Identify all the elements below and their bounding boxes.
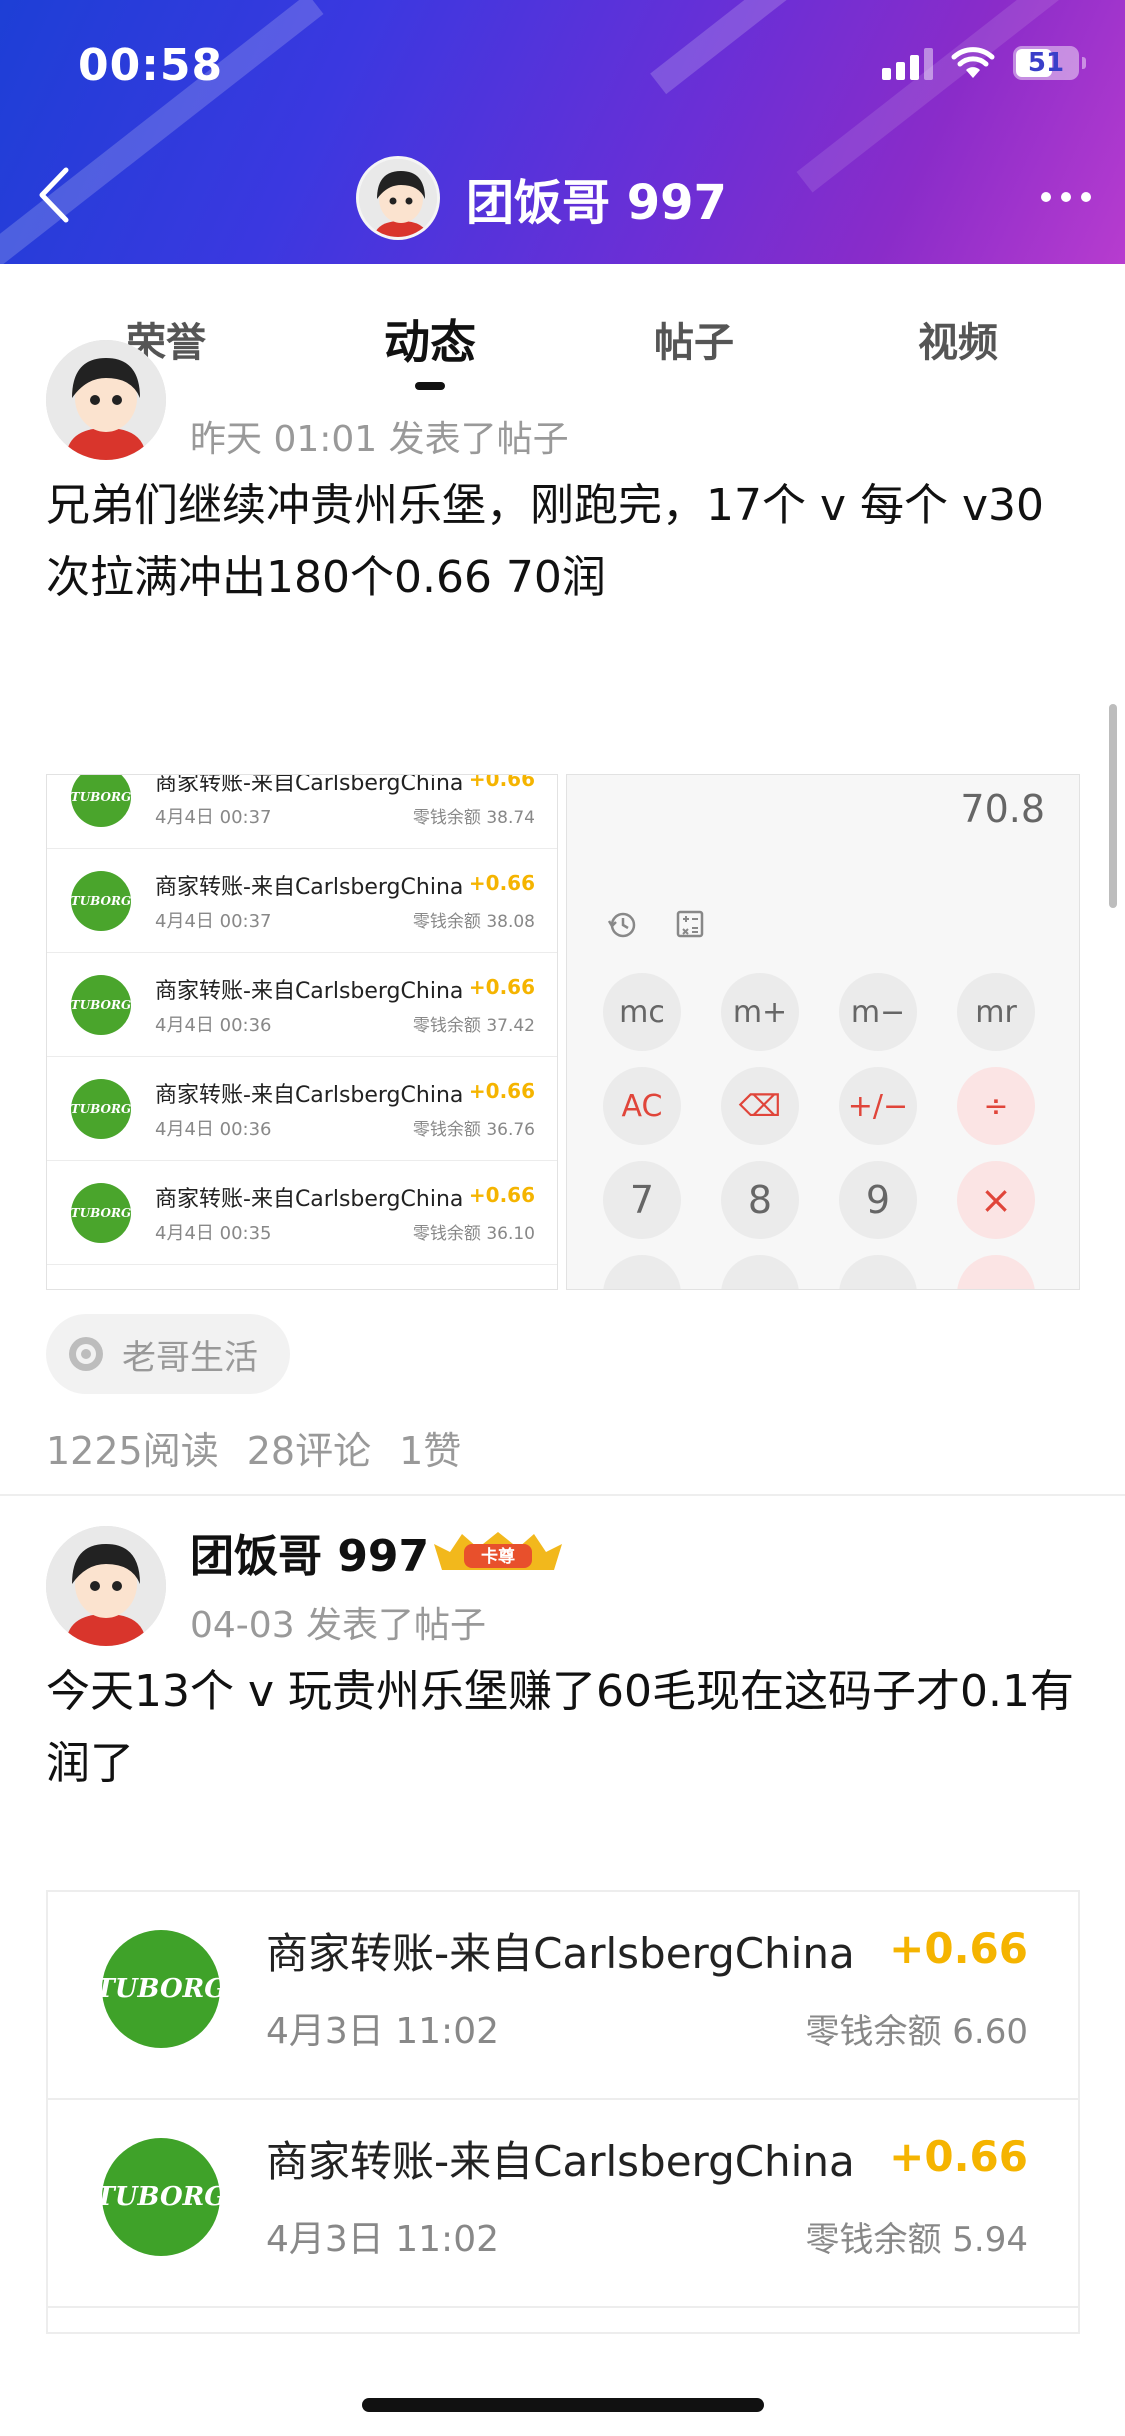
tuborg-logo-icon: TUBORG [96,1930,226,2048]
list-item: TUBORG 商家转账-来自CarlsbergChina +0.66 4月3日 … [48,2100,1078,2308]
avatar[interactable] [46,1526,166,1646]
post-meta: 04-03 发表了帖子 [190,1605,487,1646]
scrollbar[interactable] [1109,704,1117,908]
tuborg-logo-icon: TUBORG [96,2138,226,2256]
vip-badge-icon: 卡尊 [434,1532,562,1570]
home-indicator[interactable] [362,2398,764,2412]
post-card-2[interactable]: 团饭哥 997 卡尊 04-03 发表了帖子 今天13个 v 玩贵州乐堡赚了60… [0,0,1125,2436]
author-name[interactable]: 团饭哥 997 [190,1520,429,1584]
post-text[interactable]: 今天13个 v 玩贵州乐堡赚了60毛现在这码子才0.1有润了 [46,1656,1086,1800]
list-item: TUBORG 商家转账-来自CarlsbergChina +0.66 4月3日 … [48,1892,1078,2100]
post-image[interactable]: TUBORG 商家转账-来自CarlsbergChina +0.66 4月3日 … [46,1890,1080,2334]
badge-text: 卡尊 [481,1546,515,1567]
